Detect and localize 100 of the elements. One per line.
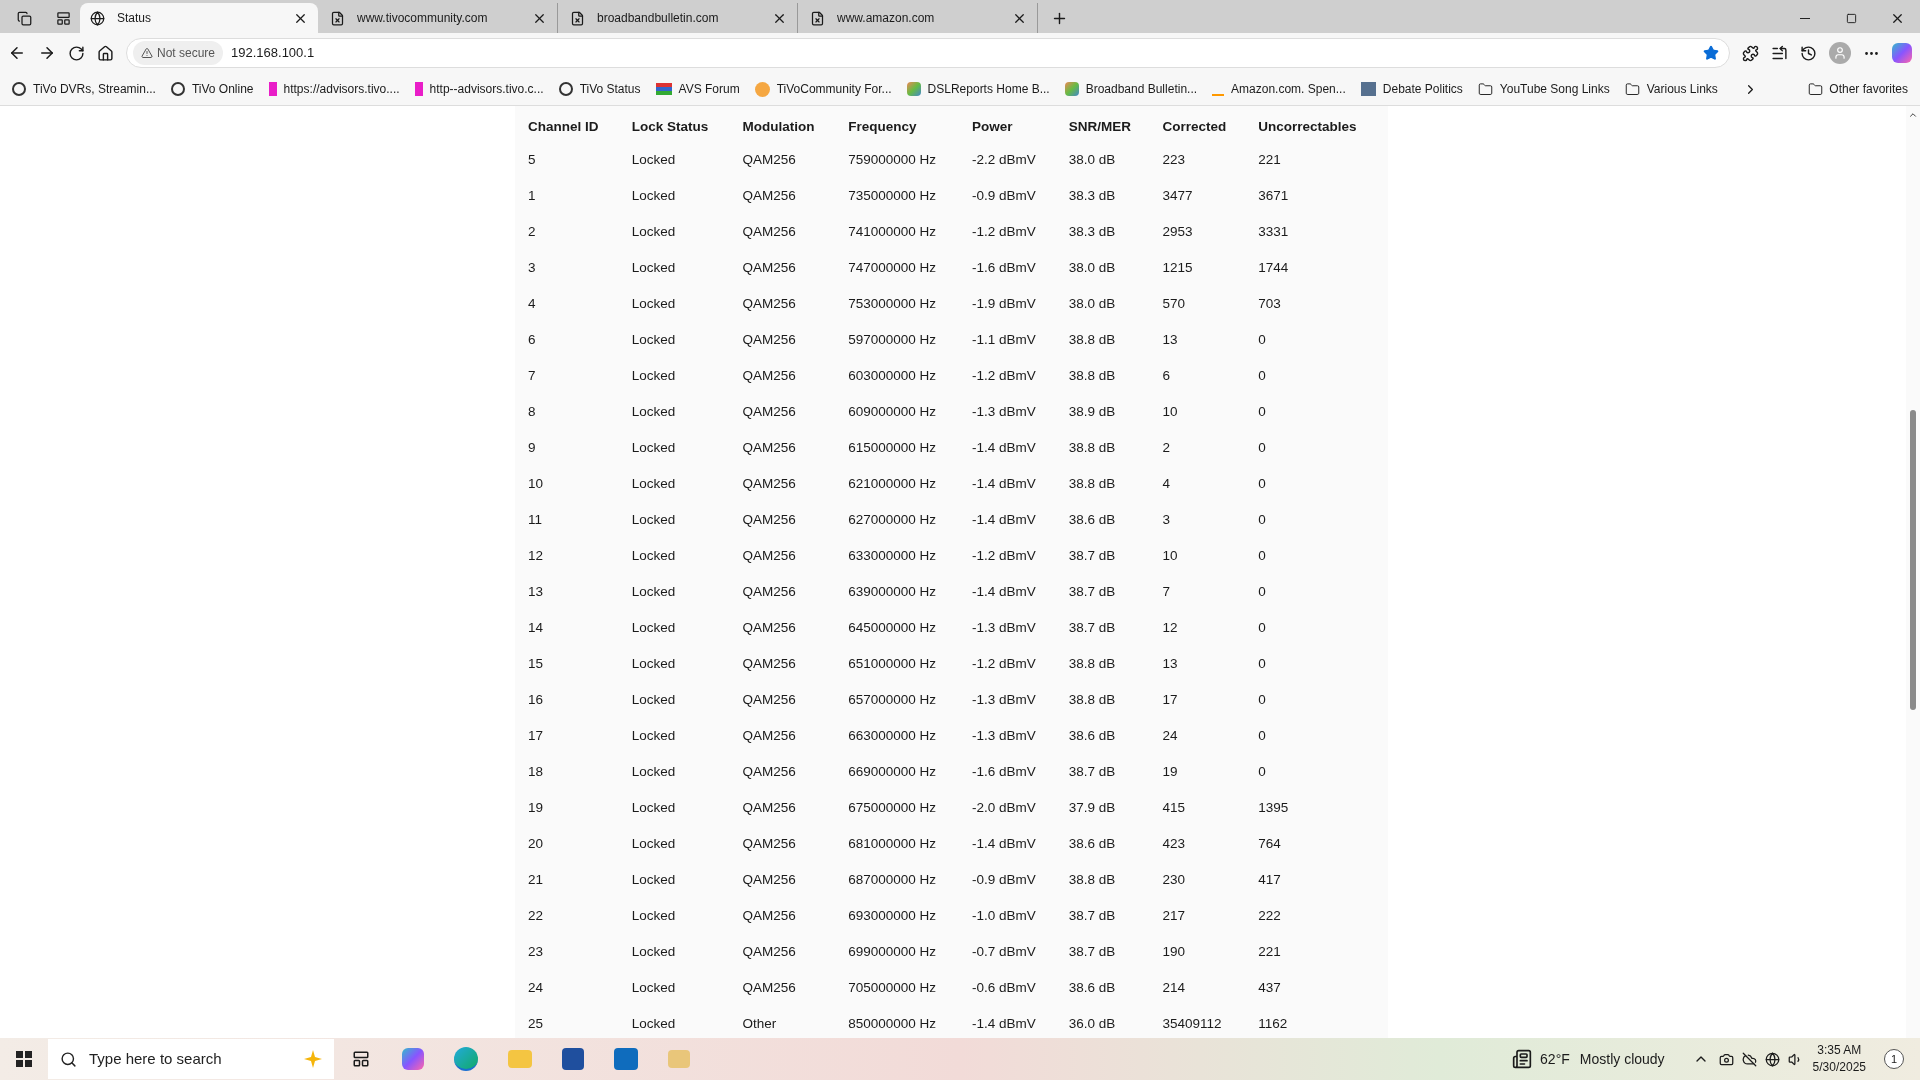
column-header: Channel ID [528,117,600,136]
table-cell-text: 38.8 dB [1068,690,1117,709]
table-cell-text: 230 [1162,870,1187,889]
back-icon[interactable] [8,44,26,62]
cloud-off-icon[interactable] [1741,1051,1757,1067]
copilot-icon[interactable] [402,1048,424,1070]
table-cell-text: 12 [1162,618,1179,637]
table-cell-text: 221 [1258,150,1282,169]
bookmark-link[interactable]: TiVo Online [170,80,254,98]
bookmark-link[interactable]: TiVo Status [558,80,641,98]
bookmark-link[interactable]: TiVoCommunity For... [754,80,892,98]
table-cell-text: 7 [1162,582,1172,601]
table-cell-text: 759000000 Hz [848,150,938,169]
browser-icon[interactable] [454,1047,478,1071]
table-cell-text: QAM256 [742,474,797,493]
table-cell-text: QAM256 [742,258,797,277]
bookmark-link[interactable]: Amazon.com. Spen... [1212,80,1346,98]
bookmark-link[interactable]: https://advisors.tivo.... [268,80,400,98]
table-cell-text: Locked [631,654,677,673]
sparkle-icon [304,1050,322,1068]
table-cell-text: -1.2 dBmV [972,546,1037,565]
table-cell-text: 2 [1162,438,1172,457]
table-cell-text: Locked [631,366,677,385]
extensions-icon[interactable] [1742,44,1759,62]
table-cell-text: 38.8 dB [1068,366,1117,385]
mail-icon[interactable] [614,1048,638,1070]
bookmark-link[interactable]: TiVo DVRs, Streamin... [12,80,156,98]
table-cell-text: QAM256 [742,366,797,385]
table-cell-text: 38.7 dB [1068,762,1117,781]
table-cell-text: 38.6 dB [1068,978,1117,997]
scroll-up-icon[interactable] [1908,110,1918,120]
table-cell-text: 0 [1258,762,1267,781]
table-cell-text: 14 [528,618,545,637]
table-cell-text: 38.0 dB [1068,150,1117,169]
table-cell-text: -1.2 dBmV [972,366,1037,385]
table-cell-text: Locked [631,726,677,745]
table-cell-text: -1.3 dBmV [972,726,1037,745]
copilot-icon[interactable] [1892,43,1912,63]
table-cell-text: -1.3 dBmV [972,618,1037,637]
news-icon[interactable] [1512,1049,1533,1069]
task-view-icon[interactable] [352,1050,370,1068]
table-cell-text: 6 [528,330,537,349]
favorites-icon[interactable] [1771,44,1788,62]
table-cell-text: Locked [631,222,677,241]
tab-title: www.tivocommunity.com [357,10,489,27]
column-header: Lock Status [631,117,710,136]
table-cell-text: 221 [1258,942,1282,961]
notification-badge[interactable]: 1 [1884,1049,1904,1069]
favorite-star-icon[interactable] [1703,45,1719,61]
forward-icon[interactable] [38,44,56,62]
bookmark-link[interactable]: Various Links [1624,80,1718,98]
home-icon[interactable] [97,44,114,62]
refresh-icon[interactable] [68,44,85,62]
search-placeholder: Type here to search [89,1048,223,1069]
table-cell-text: 597000000 Hz [848,330,938,349]
table-cell-text: Locked [631,330,677,349]
table-cell-text: 18 [528,762,545,781]
clock-date[interactable]: 5/30/2025 [1812,1059,1866,1076]
taskbar-search-field[interactable]: Type here to search [48,1039,334,1079]
table-cell-text: 11 [528,510,543,529]
browser-tab[interactable]: Status [80,3,318,33]
table-cell-text: 621000000 Hz [848,474,938,493]
bookmark-link[interactable]: YouTube Song Links [1477,80,1610,98]
table-cell-text: 19 [1162,762,1179,781]
bookmark-link[interactable]: AVS Forum [655,80,740,98]
table-cell-text: 10 [1162,402,1179,421]
table-cell-text: 36.0 dB [1068,1014,1117,1033]
bookmark-link[interactable]: http--advisors.tivo.c... [414,80,544,98]
table-cell-text: 10 [1162,546,1179,565]
table-cell-text: 10 [528,474,545,493]
table-cell-text: 415 [1162,798,1187,817]
page-icon [810,10,825,26]
table-cell-text: 0 [1258,690,1267,709]
scrollbar[interactable] [1906,106,1920,1038]
table-cell-text: -1.1 dBmV [972,330,1037,349]
table-cell-text: 735000000 Hz [848,186,938,205]
bookmark-folder[interactable]: Other favorites [1808,80,1908,98]
store-icon[interactable] [562,1048,584,1070]
table-cell-text: 38.3 dB [1068,186,1117,205]
address-field[interactable]: Not secure 192.168.100.1 [126,38,1730,68]
folder-icon [1808,81,1824,97]
network-icon[interactable] [1764,1051,1780,1067]
table-cell-text: 850000000 Hz [848,1014,938,1033]
bookmark-link[interactable]: Broadband Bulletin... [1064,80,1198,98]
security-chip[interactable]: Not secure [133,41,224,65]
bookmark-link[interactable]: Debate Politics [1360,80,1463,98]
weather-text[interactable]: Mostly cloudy [1579,1048,1665,1070]
clock-time[interactable]: 3:35 AM [1817,1042,1862,1059]
table-cell-text: 38.9 dB [1068,402,1117,421]
table-cell-text: QAM256 [742,618,797,637]
history-icon[interactable] [1800,44,1817,62]
tile-icon [906,82,921,96]
table-cell-text: 38.7 dB [1068,906,1117,925]
camera-icon[interactable] [1718,1051,1734,1067]
table-cell-text: 687000000 Hz [848,870,938,889]
weather-temp[interactable]: 62°F [1540,1048,1570,1070]
table-cell-text: -1.6 dBmV [972,258,1037,277]
bookmark-link[interactable]: DSLReports Home B... [906,80,1050,98]
table-cell-text: 703 [1258,294,1282,313]
table-cell-text: Locked [631,1014,677,1033]
